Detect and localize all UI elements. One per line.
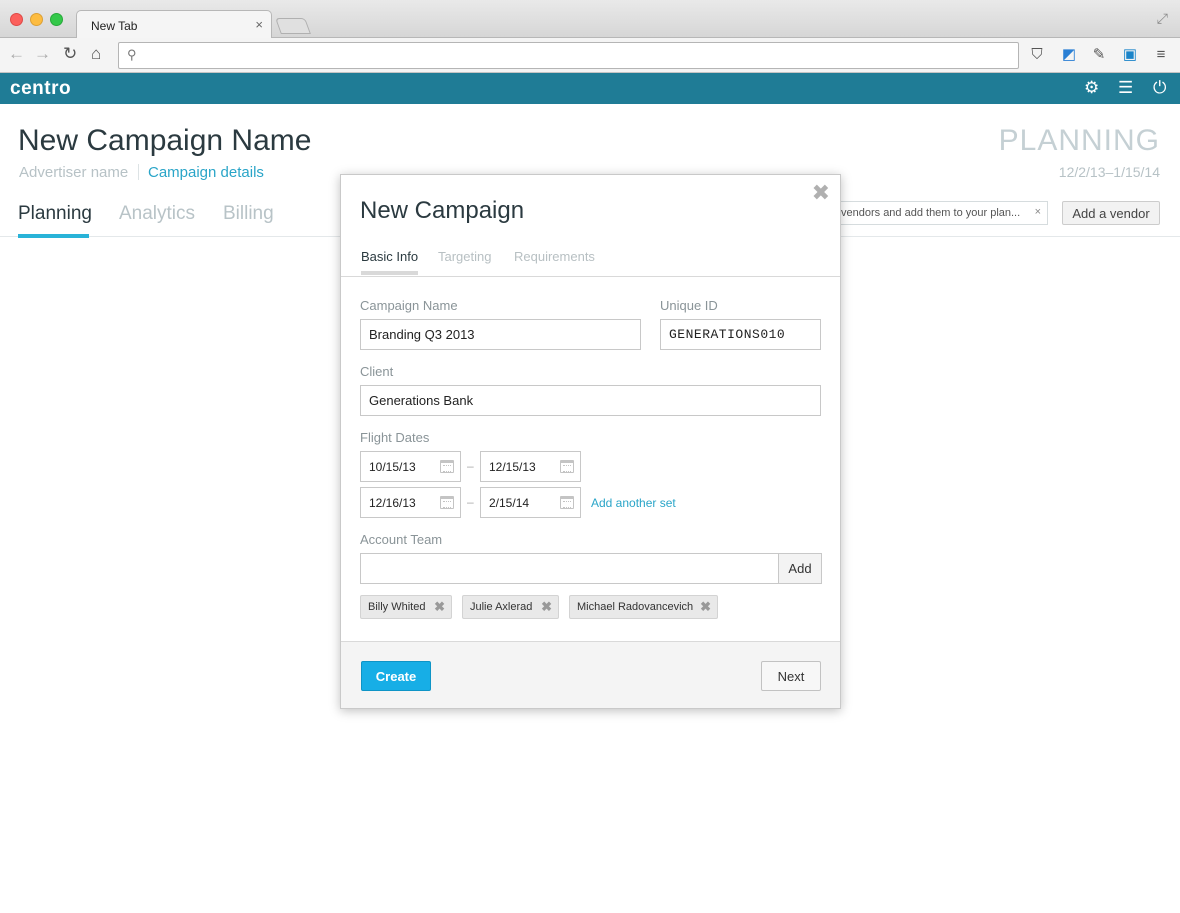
date-input[interactable] [361, 488, 437, 517]
team-member-name: Julie Axlerad [470, 601, 533, 613]
unique-id-input[interactable] [660, 319, 821, 350]
forward-icon[interactable]: → [34, 44, 51, 64]
next-button[interactable]: Next [761, 661, 821, 691]
address-input[interactable] [147, 46, 1007, 65]
vendor-tooltip-text: vendors and add them to your plan... [841, 207, 1021, 219]
back-icon[interactable]: ← [8, 44, 25, 64]
team-member-name: Billy Whited [368, 601, 426, 613]
power-icon[interactable]: ⏻ [1153, 78, 1166, 98]
date-separator: – [467, 495, 474, 509]
reload-icon[interactable]: ↻ [63, 44, 77, 64]
team-member-chip: Julie Axlerad ✖ [462, 595, 559, 619]
date-input[interactable] [481, 452, 557, 481]
calendar-icon[interactable] [440, 496, 454, 509]
campaign-name-input[interactable] [360, 319, 641, 350]
add-team-member-button[interactable]: Add [778, 553, 822, 584]
date-separator: – [467, 459, 474, 473]
add-another-set-link[interactable]: Add another set [591, 496, 676, 510]
zoom-window-button[interactable] [50, 13, 63, 26]
address-bar[interactable]: ⚲ [118, 42, 1019, 69]
app-header: centro ⚙ ☰ ⏻ [0, 73, 1180, 104]
flight-start-date-1[interactable] [360, 451, 461, 482]
modal-footer: Create Next [341, 641, 840, 708]
extension-icon[interactable]: ◩ [1060, 46, 1078, 64]
unique-id-label: Unique ID [660, 298, 718, 313]
fullscreen-icon[interactable]: ⤢ [1157, 10, 1168, 27]
page-title: New Campaign Name [18, 124, 312, 157]
close-icon[interactable]: × [255, 17, 263, 32]
list-icon[interactable]: ☰ [1118, 78, 1133, 98]
flight-end-date-1[interactable] [480, 451, 581, 482]
team-member-name: Michael Radovancevich [577, 601, 694, 613]
status-label: PLANNING [998, 124, 1160, 157]
new-campaign-modal: ✖ New Campaign Basic Info Targeting Requ… [340, 174, 841, 709]
tabs-divider [341, 276, 840, 277]
home-icon[interactable]: ⌂ [91, 44, 101, 64]
active-tab-indicator [361, 271, 418, 275]
campaign-details-link[interactable]: Campaign details [148, 164, 264, 181]
pin-icon[interactable]: ✎ [1090, 46, 1108, 64]
remove-icon[interactable]: ✖ [700, 599, 711, 615]
close-window-button[interactable] [10, 13, 23, 26]
tab-targeting[interactable]: Targeting [438, 249, 491, 264]
tab-requirements[interactable]: Requirements [514, 249, 595, 264]
close-icon[interactable]: ✖ [812, 181, 830, 205]
remove-icon[interactable]: ✖ [434, 599, 445, 615]
browser-tab[interactable]: New Tab × [76, 10, 272, 39]
flight-dates-label: Flight Dates [360, 430, 430, 445]
remove-icon[interactable]: ✖ [541, 599, 552, 615]
browser-tab-title: New Tab [91, 19, 138, 33]
advertiser-name[interactable]: Advertiser name [19, 164, 128, 181]
calendar-icon[interactable] [560, 460, 574, 473]
browser-toolbar: ← → ↻ ⌂ ⚲ ⛉ ◩ ✎ ▣ ≡ [0, 38, 1180, 73]
active-tab-indicator [18, 234, 89, 238]
team-member-chip: Billy Whited ✖ [360, 595, 452, 619]
browser-titlebar: New Tab × ⤢ [0, 0, 1180, 39]
tab-billing[interactable]: Billing [223, 203, 274, 225]
flight-end-date-2[interactable] [480, 487, 581, 518]
date-input[interactable] [361, 452, 437, 481]
vendor-tooltip: vendors and add them to your plan... × [832, 201, 1048, 225]
flight-start-date-2[interactable] [360, 487, 461, 518]
modal-title: New Campaign [360, 197, 525, 224]
add-vendor-button[interactable]: Add a vendor [1062, 201, 1160, 225]
campaign-name-label: Campaign Name [360, 298, 458, 313]
close-icon[interactable]: × [1035, 206, 1041, 218]
search-icon: ⚲ [127, 47, 137, 62]
minimize-window-button[interactable] [30, 13, 43, 26]
account-team-input[interactable] [360, 553, 778, 584]
create-button[interactable]: Create [361, 661, 431, 691]
tab-analytics[interactable]: Analytics [119, 203, 195, 225]
menu-icon[interactable]: ≡ [1152, 46, 1170, 64]
calendar-icon[interactable] [560, 496, 574, 509]
tab-planning[interactable]: Planning [18, 203, 92, 225]
gear-icon[interactable]: ⚙ [1084, 78, 1099, 98]
calendar-icon[interactable] [440, 460, 454, 473]
screenshot-icon[interactable]: ▣ [1121, 46, 1139, 64]
date-input[interactable] [481, 488, 557, 517]
client-input[interactable] [360, 385, 821, 416]
tab-basic-info[interactable]: Basic Info [361, 249, 418, 264]
pocket-icon[interactable]: ⛉ [1028, 46, 1046, 64]
centro-logo[interactable]: centro [10, 78, 71, 100]
date-range: 12/2/13–1/15/14 [1058, 164, 1160, 180]
breadcrumb-divider [138, 164, 139, 180]
team-member-chip: Michael Radovancevich ✖ [569, 595, 718, 619]
account-team-label: Account Team [360, 532, 443, 547]
new-tab-button[interactable] [275, 18, 311, 34]
client-label: Client [360, 364, 394, 379]
